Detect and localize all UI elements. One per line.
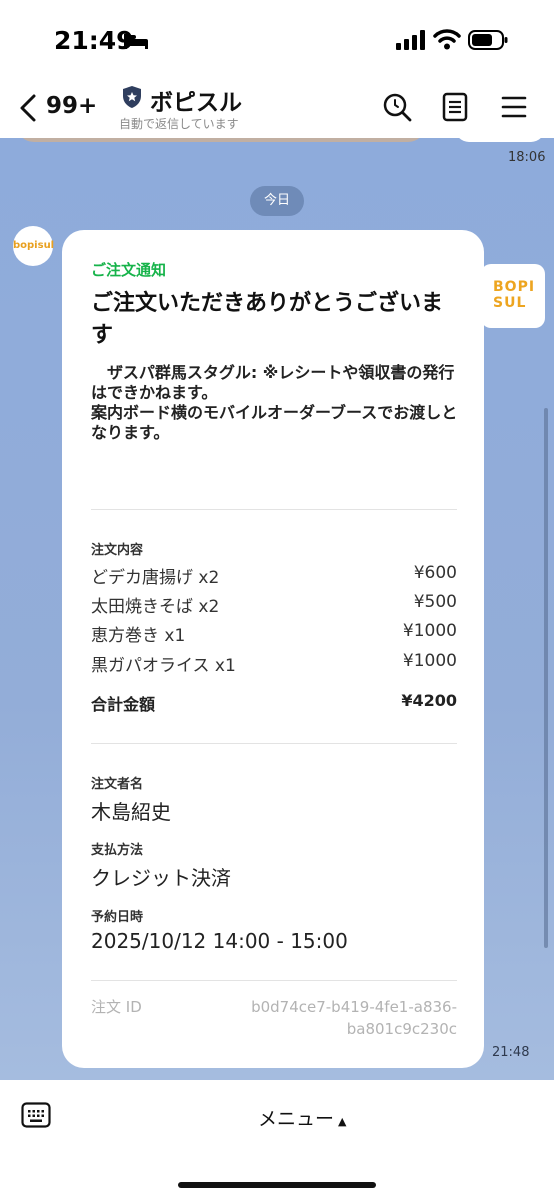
notice-text: ザスパ群馬スタグル: ※レシートや領収書の発行はできかねます。 案内ボード横のモ… [91, 363, 458, 442]
menu-toggle-label: メニュー [258, 1108, 335, 1130]
reservation-value: 2025/10/12 14:00 - 15:00 [91, 929, 348, 953]
previous-message-bubble[interactable] [455, 138, 545, 142]
order-item-price: ¥500 [413, 592, 457, 612]
order-item-name: どデカ唐揚げ x2 [91, 568, 220, 588]
cellular-signal-icon [396, 30, 425, 50]
orderer-label: 注文者名 [91, 777, 144, 792]
scrollbar[interactable] [544, 408, 548, 948]
brand-logo-tile[interactable]: BOPI SUL [481, 264, 545, 328]
menu-toggle-button[interactable]: メニュー ▲ [258, 1104, 346, 1131]
order-item-name: 黒ガパオライス x1 [91, 656, 236, 676]
order-item-row: 恵方巻き x1 ¥1000 [91, 621, 457, 647]
order-item-price: ¥1000 [402, 621, 457, 641]
order-section-label: 注文内容 [91, 543, 144, 558]
status-time: 21:49 [54, 26, 134, 55]
order-item-price: ¥600 [413, 563, 457, 583]
chat-timeline[interactable]: 18:06 今日 bopisul ご注文通知 ご注文いただきありがとうございます… [0, 138, 554, 1080]
search-icon[interactable] [382, 92, 412, 122]
reservation-label: 予約日時 [91, 910, 144, 925]
back-chevron-icon[interactable] [18, 93, 38, 123]
bottom-bar: メニュー ▲ [0, 1080, 554, 1200]
brand-logo-line: SUL [493, 295, 527, 311]
divider [91, 509, 457, 510]
message-time: 21:48 [492, 1045, 530, 1060]
order-item-price: ¥1000 [402, 651, 457, 671]
payment-label: 支払方法 [91, 843, 144, 858]
total-value: ¥4200 [401, 691, 457, 710]
date-separator: 今日 [250, 186, 304, 216]
unread-count[interactable]: 99+ [46, 93, 97, 119]
notes-icon[interactable] [442, 92, 468, 122]
order-item-row: 黒ガパオライス x1 ¥1000 [91, 651, 457, 677]
brand-logo-line: BOPI [493, 279, 536, 295]
chat-header: 99+ ボピスル 自動で返信しています [0, 78, 554, 138]
order-item-row: 太田焼きそば x2 ¥500 [91, 592, 457, 618]
orderer-value: 木島紹史 [91, 800, 171, 824]
divider [91, 980, 457, 981]
battery-icon [468, 30, 508, 50]
order-notification-bubble[interactable]: ご注文通知 ご注文いただきありがとうございます ザスパ群馬スタグル: ※レシート… [62, 230, 484, 1068]
sleep-focus-icon [124, 34, 148, 49]
message-title: ご注文いただきありがとうございます [91, 291, 444, 348]
total-label: 合計金額 [91, 695, 156, 714]
hamburger-menu-icon[interactable] [501, 95, 527, 119]
payment-value: クレジット決済 [91, 866, 231, 890]
order-id-label: 注文 ID [91, 998, 142, 1016]
home-indicator[interactable] [178, 1182, 376, 1188]
status-bar: 21:49 [0, 0, 554, 78]
order-item-name: 太田焼きそば x2 [91, 597, 220, 617]
previous-message-time: 18:06 [508, 150, 546, 165]
order-item-row: どデカ唐揚げ x2 ¥600 [91, 563, 457, 589]
order-id-value: b0d74ce7-b419-4fe1-a836-ba801c9c230c [251, 998, 457, 1038]
caret-up-icon: ▲ [338, 1115, 347, 1128]
chat-subtitle: 自動で返信しています [119, 117, 239, 131]
brand-logo-text: BOPI SUL [493, 279, 535, 311]
order-item-name: 恵方巻き x1 [91, 626, 186, 646]
verified-shield-icon [123, 86, 141, 108]
bot-avatar[interactable]: bopisul [13, 226, 54, 266]
wifi-icon [433, 29, 461, 50]
divider [91, 743, 457, 744]
chat-title: ボピスル [150, 90, 242, 116]
notification-label: ご注文通知 [91, 261, 167, 279]
previous-image-message[interactable] [16, 138, 426, 142]
keyboard-icon[interactable] [21, 1102, 51, 1128]
